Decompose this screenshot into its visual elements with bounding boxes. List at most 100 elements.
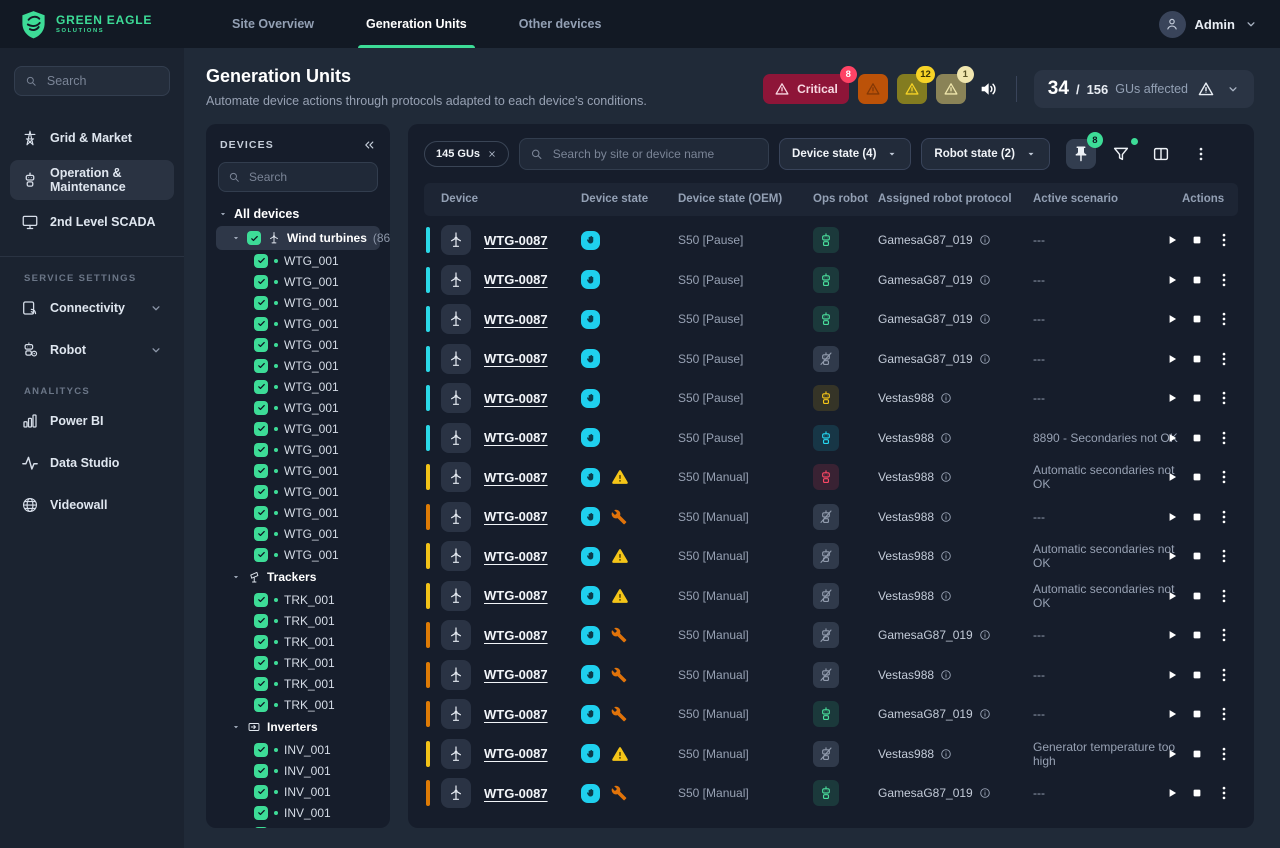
checkbox-checked[interactable] [254, 656, 268, 670]
play-button[interactable] [1166, 353, 1178, 365]
caret-down-icon[interactable] [218, 209, 228, 219]
info-icon[interactable] [940, 432, 952, 444]
stop-button[interactable] [1191, 313, 1203, 325]
play-button[interactable] [1166, 629, 1178, 641]
tree-item[interactable]: TRK_001 [218, 589, 378, 610]
caret-down-icon[interactable] [231, 722, 241, 732]
tree-item[interactable]: WTG_001 [218, 376, 378, 397]
close-icon[interactable] [487, 149, 497, 159]
table-search[interactable] [519, 138, 769, 170]
device-state-filter-dropdown[interactable]: Device state (4) [779, 138, 911, 170]
sidebar-item-operation-maintenance[interactable]: Operation & Maintenance [10, 160, 174, 200]
device-link[interactable]: WTG-0087 [484, 549, 548, 564]
device-link[interactable]: WTG-0087 [484, 470, 548, 485]
row-more-button[interactable] [1216, 588, 1232, 604]
table-row[interactable]: WTG-0087 S50 [Pause] GamesaG87_019 --- [424, 301, 1238, 338]
caret-down-icon[interactable] [231, 233, 241, 243]
tree-item[interactable]: TRK_001 [218, 694, 378, 715]
sidebar-item-videowall[interactable]: Videowall [10, 485, 174, 525]
device-link[interactable]: WTG-0087 [484, 707, 548, 722]
tree-item[interactable]: INV_001 [218, 823, 378, 828]
caret-down-icon[interactable] [231, 572, 241, 582]
row-more-button[interactable] [1216, 746, 1232, 762]
play-button[interactable] [1166, 432, 1178, 444]
table-row[interactable]: WTG-0087 S50 [Manual] Vestas988 --- [424, 498, 1238, 535]
stop-button[interactable] [1191, 432, 1203, 444]
columns-button[interactable] [1146, 139, 1176, 169]
table-row[interactable]: WTG-0087 S50 [Pause] Vestas988 8890 - Se… [424, 419, 1238, 456]
stop-button[interactable] [1191, 708, 1203, 720]
table-row[interactable]: WTG-0087 S50 [Manual] Vestas988 Generato… [424, 735, 1238, 772]
tree-item[interactable]: WTG_001 [218, 544, 378, 565]
checkbox-checked[interactable] [254, 359, 268, 373]
device-link[interactable]: WTG-0087 [484, 786, 548, 801]
play-button[interactable] [1166, 511, 1178, 523]
major-alerts-button[interactable] [858, 74, 888, 104]
checkbox-checked[interactable] [254, 764, 268, 778]
checkbox-checked[interactable] [254, 275, 268, 289]
checkbox-checked[interactable] [254, 254, 268, 268]
play-button[interactable] [1166, 550, 1178, 562]
pinned-filters-button[interactable]: 8 [1066, 139, 1096, 169]
sound-notifications-button[interactable] [979, 79, 999, 99]
tree-item[interactable]: WTG_001 [218, 271, 378, 292]
row-more-button[interactable] [1216, 351, 1232, 367]
table-row[interactable]: WTG-0087 S50 [Pause] GamesaG87_019 --- [424, 340, 1238, 377]
tree-item[interactable]: WTG_001 [218, 292, 378, 313]
collapse-panel-icon[interactable] [362, 138, 376, 152]
tree-item[interactable]: TRK_001 [218, 610, 378, 631]
sidebar-item-power-bi[interactable]: Power BI [10, 401, 174, 441]
tree-root-all-devices[interactable]: All devices [218, 202, 378, 226]
device-link[interactable]: WTG-0087 [484, 746, 548, 761]
tab-site-overview[interactable]: Site Overview [206, 0, 340, 48]
warning-alerts-button[interactable]: 12 [897, 74, 927, 104]
checkbox-checked[interactable] [254, 743, 268, 757]
checkbox-checked[interactable] [254, 614, 268, 628]
checkbox-checked[interactable] [254, 296, 268, 310]
checkbox-checked[interactable] [247, 231, 261, 245]
info-icon[interactable] [979, 234, 991, 246]
filter-chip-145-gus[interactable]: 145 GUs [424, 141, 509, 167]
stop-button[interactable] [1191, 669, 1203, 681]
tree-item[interactable]: INV_001 [218, 802, 378, 823]
stop-button[interactable] [1191, 471, 1203, 483]
tree-item[interactable]: WTG_001 [218, 313, 378, 334]
user-menu[interactable]: Admin [1159, 11, 1258, 38]
info-icon[interactable] [940, 471, 952, 483]
checkbox-checked[interactable] [254, 485, 268, 499]
info-icon[interactable] [940, 511, 952, 523]
table-row[interactable]: WTG-0087 S50 [Manual] Vestas988 Automati… [424, 459, 1238, 496]
table-row[interactable]: WTG-0087 S50 [Pause] GamesaG87_019 --- [424, 261, 1238, 298]
stop-button[interactable] [1191, 590, 1203, 602]
device-link[interactable]: WTG-0087 [484, 272, 548, 287]
sidebar-item-2nd-level-scada[interactable]: 2nd Level SCADA [10, 202, 174, 242]
tree-item[interactable]: WTG_001 [218, 460, 378, 481]
tree-item[interactable]: WTG_001 [218, 418, 378, 439]
info-icon[interactable] [940, 748, 952, 760]
stop-button[interactable] [1191, 392, 1203, 404]
stop-button[interactable] [1191, 550, 1203, 562]
table-row[interactable]: WTG-0087 S50 [Manual] GamesaG87_019 --- [424, 696, 1238, 733]
tree-item[interactable]: TRK_001 [218, 673, 378, 694]
stop-button[interactable] [1191, 787, 1203, 799]
sidebar-search[interactable] [14, 66, 170, 96]
tree-item[interactable]: WTG_001 [218, 250, 378, 271]
device-link[interactable]: WTG-0087 [484, 351, 548, 366]
row-more-button[interactable] [1216, 627, 1232, 643]
stop-button[interactable] [1191, 353, 1203, 365]
devices-search[interactable] [218, 162, 378, 192]
tree-section[interactable]: Wind turbines(867) [216, 226, 380, 250]
row-more-button[interactable] [1216, 430, 1232, 446]
checkbox-checked[interactable] [254, 698, 268, 712]
device-link[interactable]: WTG-0087 [484, 391, 548, 406]
checkbox-checked[interactable] [254, 527, 268, 541]
checkbox-checked[interactable] [254, 506, 268, 520]
info-icon[interactable] [940, 392, 952, 404]
info-icon[interactable] [940, 590, 952, 602]
checkbox-checked[interactable] [254, 443, 268, 457]
checkbox-checked[interactable] [254, 401, 268, 415]
row-more-button[interactable] [1216, 232, 1232, 248]
tab-other-devices[interactable]: Other devices [493, 0, 628, 48]
table-search-input[interactable] [551, 146, 758, 162]
info-icon[interactable] [979, 629, 991, 641]
